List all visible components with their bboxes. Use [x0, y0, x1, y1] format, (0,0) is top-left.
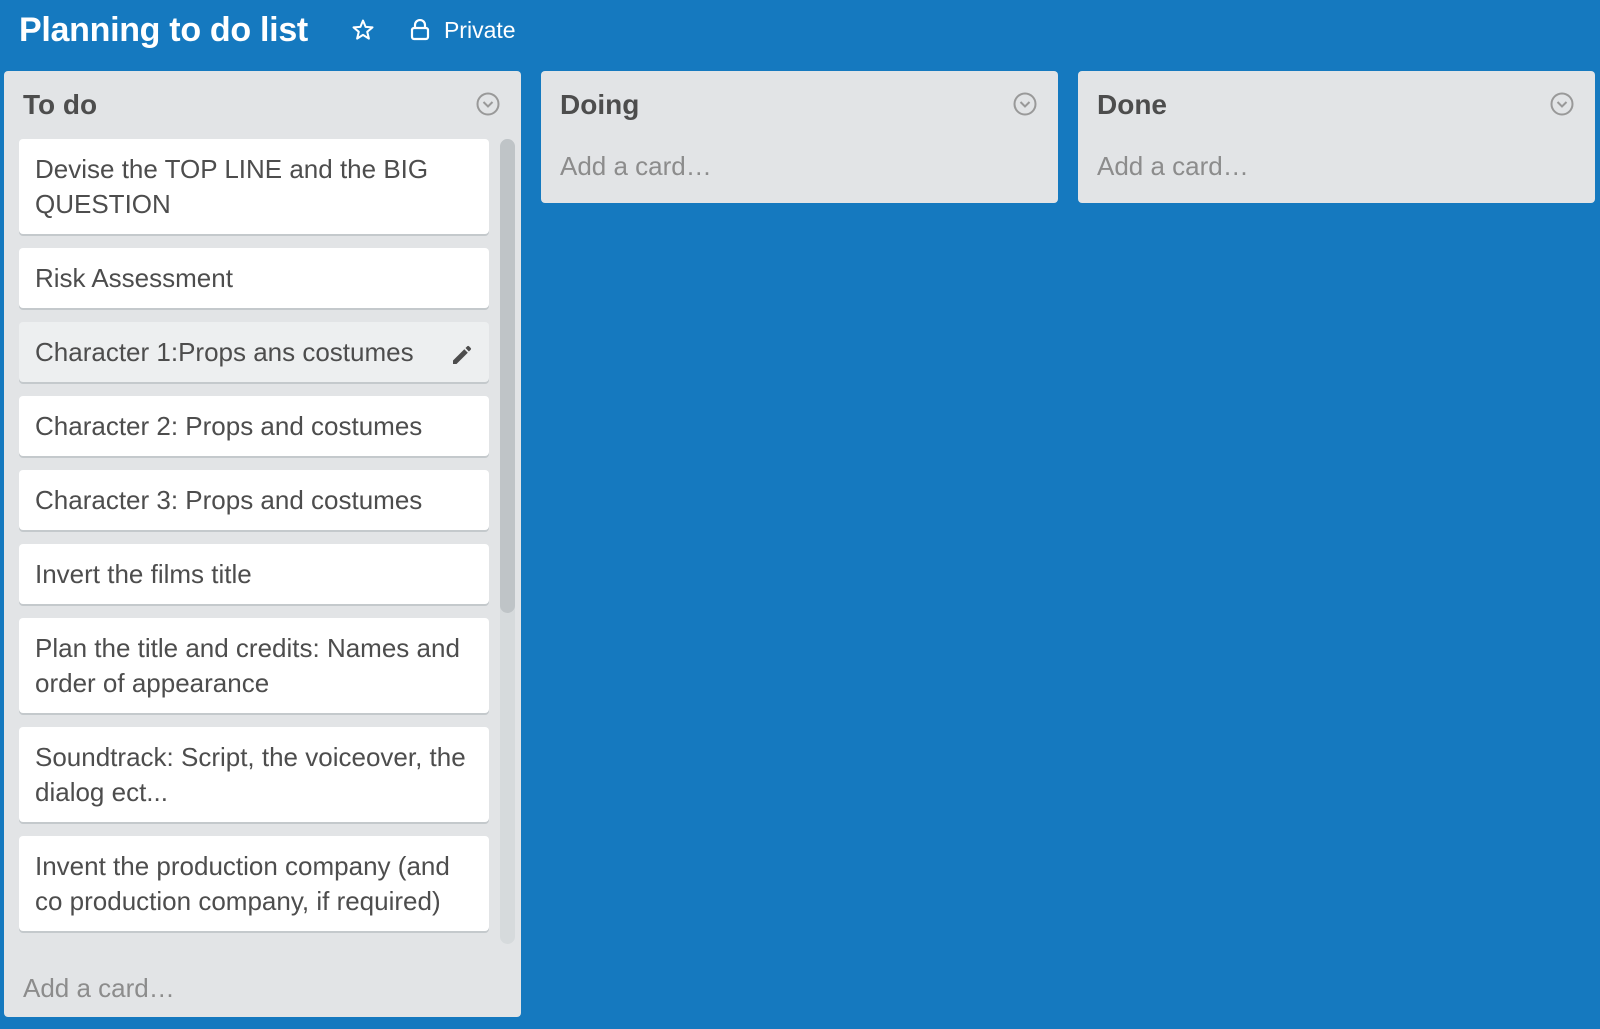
chevron-down-icon[interactable]	[1012, 91, 1038, 117]
list-card[interactable]: Devise the TOP LINE and the BIG QUESTION	[19, 139, 489, 234]
list-title[interactable]: Doing	[560, 89, 639, 121]
add-card-button[interactable]: Add a card…	[4, 952, 521, 1025]
star-icon[interactable]	[346, 13, 380, 47]
pencil-icon[interactable]	[450, 341, 474, 365]
list-card[interactable]: Character 3: Props and costumes	[19, 470, 489, 530]
cards-area: Devise the TOP LINE and the BIG QUESTION…	[4, 139, 521, 952]
card-list: Devise the TOP LINE and the BIG QUESTION…	[19, 139, 489, 945]
board-title[interactable]: Planning to do list	[19, 11, 308, 50]
list-card[interactable]: Invert the films title	[19, 544, 489, 604]
list-header: Done	[1078, 71, 1595, 139]
list-card-title: Character 1:Props ans costumes	[35, 337, 414, 367]
chevron-down-icon[interactable]	[1549, 91, 1575, 117]
lock-icon	[410, 19, 430, 41]
list-card[interactable]: Character 1:Props ans costumes	[19, 322, 489, 382]
scrollbar-thumb[interactable]	[500, 139, 515, 613]
list-header: Doing	[541, 71, 1058, 139]
add-card-button[interactable]: Add a card…	[1078, 137, 1595, 195]
chevron-down-icon[interactable]	[475, 91, 501, 117]
list-card[interactable]: Risk Assessment	[19, 248, 489, 308]
list-card[interactable]: Plan the title and credits: Names and or…	[19, 618, 489, 713]
list-title[interactable]: Done	[1097, 89, 1167, 121]
privacy-button[interactable]: Private	[410, 17, 516, 44]
privacy-label: Private	[443, 16, 516, 43]
list-header: To do	[4, 71, 521, 139]
scrollbar[interactable]	[500, 139, 515, 944]
list-card[interactable]: Soundtrack: Script, the voiceover, the d…	[19, 727, 489, 822]
list-card[interactable]: Character 2: Props and costumes	[19, 396, 489, 456]
list-to-do: To do Devise the TOP LINE and the BIG QU…	[4, 71, 521, 1017]
list-card[interactable]: Invent the production company (and co pr…	[19, 836, 489, 931]
add-card-button[interactable]: Add a card…	[541, 137, 1058, 195]
list-done: Done Add a card…	[1078, 71, 1595, 203]
list-doing: Doing Add a card…	[541, 71, 1058, 203]
list-title[interactable]: To do	[23, 89, 97, 121]
board-header: Planning to do list Private	[0, 0, 1600, 60]
